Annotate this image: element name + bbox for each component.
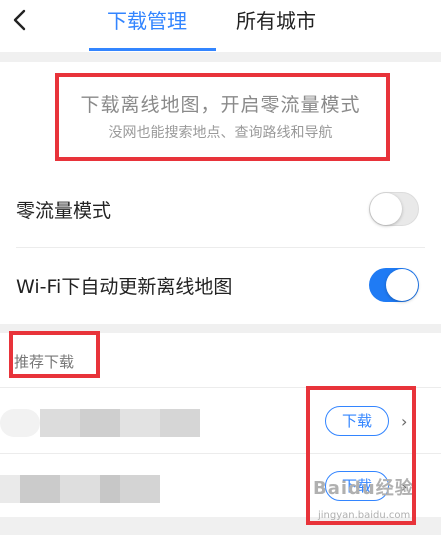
wifi-auto-update-toggle[interactable] — [369, 268, 419, 302]
annotation-box-promo — [55, 73, 390, 161]
annotation-box-recommend — [9, 331, 100, 378]
top-nav-bar: 下载管理 所有城市 — [0, 0, 441, 53]
toggle-knob — [386, 269, 418, 301]
zero-traffic-mode-row: 零流量模式 — [0, 172, 441, 248]
toggle-knob — [370, 193, 402, 225]
tab-all-cities[interactable]: 所有城市 — [236, 8, 316, 34]
list-item-blurred-name — [0, 409, 210, 437]
active-tab-indicator — [89, 48, 216, 51]
back-button[interactable] — [8, 6, 34, 36]
zero-traffic-mode-toggle[interactable] — [369, 192, 419, 226]
section-spacer — [0, 52, 441, 62]
wifi-auto-update-row: Wi-Fi下自动更新离线地图 — [0, 248, 441, 324]
wifi-auto-update-label: Wi-Fi下自动更新离线地图 — [16, 276, 233, 298]
annotation-box-download-buttons — [306, 386, 416, 525]
chevron-left-icon — [13, 9, 26, 31]
zero-traffic-mode-label: 零流量模式 — [16, 200, 112, 222]
tab-download-manager[interactable]: 下载管理 — [107, 8, 187, 34]
list-item-blurred-name — [0, 475, 170, 503]
